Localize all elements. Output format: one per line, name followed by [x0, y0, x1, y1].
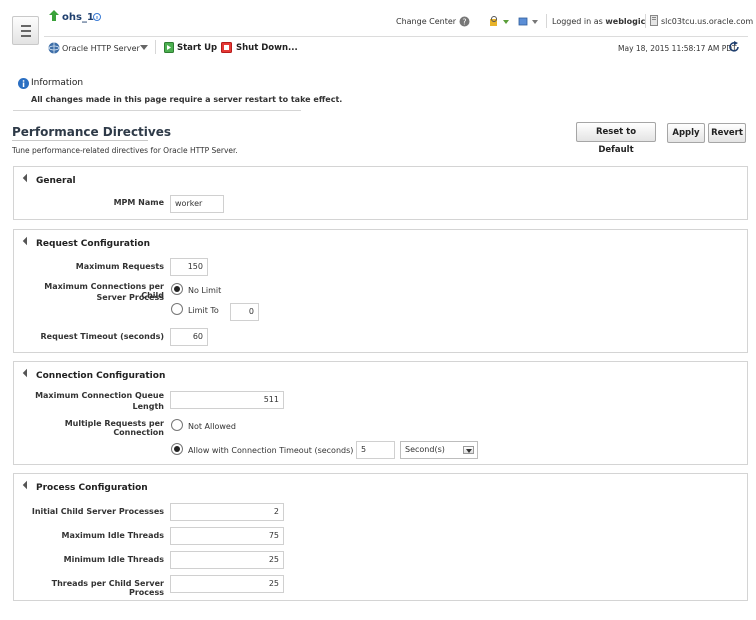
target-navigation-menu-button[interactable] — [12, 16, 39, 45]
divider — [12, 140, 148, 141]
multiple-requests-label: Multiple Requests per Connection — [64, 419, 164, 437]
target-info-icon[interactable] — [93, 13, 101, 21]
divider — [13, 110, 301, 111]
maximum-requests-input[interactable]: 150 — [170, 258, 208, 276]
timestamp: May 18, 2015 11:58:17 AM PDT — [618, 44, 737, 53]
oracle-http-server-icon — [48, 42, 60, 54]
divider — [546, 14, 547, 28]
divider — [645, 14, 646, 28]
connection-timeout-input[interactable]: 5 — [356, 441, 395, 459]
logged-in-user[interactable]: weblogic — [605, 17, 645, 26]
minimum-idle-threads-label: Minimum Idle Threads — [63, 555, 164, 564]
page-description: Tune performance-related directives for … — [12, 146, 238, 155]
threads-per-child-input[interactable]: 25 — [170, 575, 284, 593]
connection-queue-label-line1: Maximum Connection Queue — [35, 391, 164, 400]
request-timeout-input[interactable]: 60 — [170, 328, 208, 346]
not-allowed-radio[interactable] — [171, 419, 183, 431]
timeout-unit-value: Second(s) — [405, 445, 445, 454]
information-title: Information — [31, 78, 84, 88]
process-configuration-section: Process Configuration Initial Child Serv… — [13, 473, 748, 601]
collapse-triangle-icon[interactable] — [22, 480, 32, 490]
limit-to-input[interactable]: 0 — [230, 303, 259, 321]
request-configuration-section: Request Configuration Maximum Requests 1… — [13, 229, 748, 353]
host-icon — [650, 15, 658, 26]
chevron-down-icon[interactable] — [140, 45, 148, 51]
start-up-button[interactable]: Start Up — [177, 43, 217, 53]
apply-button[interactable]: Apply — [667, 123, 705, 143]
logged-in-text: Logged in as weblogic — [552, 17, 645, 26]
target-name: ohs_1 — [62, 12, 94, 23]
menu-line-icon — [21, 35, 31, 37]
limit-to-label[interactable]: Limit To — [188, 306, 219, 315]
dropdown-button[interactable] — [463, 446, 474, 454]
collapse-triangle-icon[interactable] — [22, 173, 32, 183]
section-title[interactable]: Process Configuration — [36, 483, 148, 493]
minimum-idle-threads-input[interactable]: 25 — [170, 551, 284, 569]
revert-button[interactable]: Revert — [708, 123, 746, 143]
timeout-unit-select[interactable]: Second(s) — [400, 441, 478, 459]
connection-queue-input[interactable]: 511 — [170, 391, 284, 409]
no-limit-radio[interactable] — [171, 283, 183, 295]
section-title[interactable]: General — [36, 176, 76, 186]
no-limit-label[interactable]: No Limit — [188, 286, 221, 295]
section-title[interactable]: Connection Configuration — [36, 371, 165, 381]
initial-child-processes-input[interactable]: 2 — [170, 503, 284, 521]
logged-in-prefix: Logged in as — [552, 17, 603, 26]
divider — [155, 40, 156, 54]
header-bar: ohs_1 Change Center ? Logged in as weblo… — [0, 0, 756, 66]
collapse-triangle-icon[interactable] — [22, 236, 32, 246]
view-icon[interactable] — [518, 16, 540, 27]
maximum-idle-threads-input[interactable]: 75 — [170, 527, 284, 545]
allow-with-timeout-label[interactable]: Allow with Connection Timeout (seconds) — [188, 446, 353, 455]
allow-with-timeout-radio[interactable] — [171, 443, 183, 455]
maximum-requests-label: Maximum Requests — [75, 262, 164, 271]
host-name[interactable]: slc03tcu.us.oracle.com — [661, 17, 753, 26]
information-message: All changes made in this page require a … — [31, 95, 343, 104]
server-up-arrow-icon — [49, 10, 59, 21]
limit-to-radio[interactable] — [171, 303, 183, 315]
max-connections-label-line2: Server Process — [96, 293, 165, 302]
general-section: General MPM Name worker — [13, 166, 748, 220]
information-icon — [18, 78, 29, 89]
start-up-icon[interactable] — [164, 42, 174, 53]
connection-queue-label-line2: Length — [132, 402, 164, 411]
shut-down-icon[interactable] — [221, 42, 232, 53]
menu-line-icon — [21, 30, 31, 32]
mpm-name-label: MPM Name — [113, 198, 164, 207]
reset-to-default-button[interactable]: Reset to Default — [576, 122, 656, 155]
change-center-link[interactable]: Change Center — [396, 17, 456, 26]
section-title[interactable]: Request Configuration — [36, 239, 150, 249]
threads-per-child-label: Threads per Child Server Process — [51, 579, 164, 597]
request-timeout-label: Request Timeout (seconds) — [40, 332, 165, 341]
not-allowed-label[interactable]: Not Allowed — [188, 422, 236, 431]
divider — [44, 36, 748, 37]
shut-down-button[interactable]: Shut Down... — [236, 43, 298, 53]
maximum-idle-threads-label: Maximum Idle Threads — [61, 531, 164, 540]
mpm-name-value: worker — [170, 195, 224, 213]
target-menu[interactable]: Oracle HTTP Server — [62, 44, 140, 53]
collapse-triangle-icon[interactable] — [22, 368, 32, 378]
svg-text:?: ? — [462, 18, 466, 27]
lock-icon[interactable] — [489, 16, 511, 27]
chevron-down-icon — [466, 449, 472, 453]
menu-line-icon — [21, 25, 31, 27]
page-title: Performance Directives — [12, 125, 172, 139]
help-icon[interactable]: ? — [459, 16, 470, 27]
initial-child-processes-label: Initial Child Server Processes — [31, 507, 164, 516]
refresh-icon[interactable] — [729, 41, 740, 53]
connection-configuration-section: Connection Configuration Maximum Connect… — [13, 361, 748, 465]
